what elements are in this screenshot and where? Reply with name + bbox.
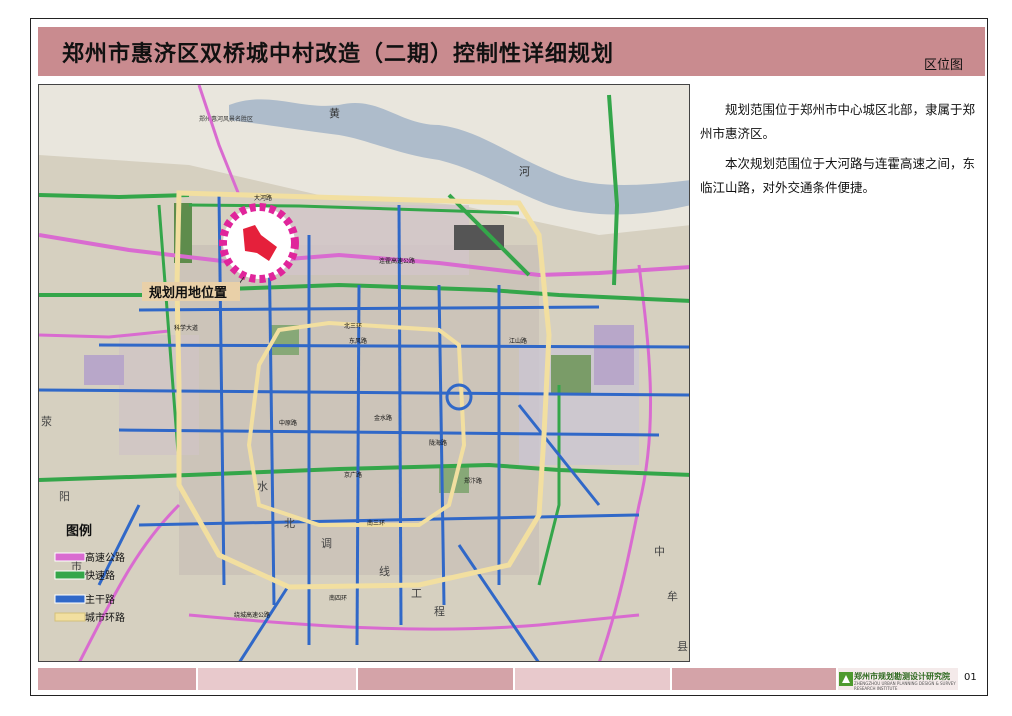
green-patch-2 <box>551 355 591 395</box>
footer-cell-2 <box>198 668 356 690</box>
description-panel: 规划范围位于郑州市中心城区北部，隶属于郑州市惠济区。 本次规划范围位于大河路与连… <box>700 98 976 206</box>
site-marker <box>219 203 299 283</box>
fast-road-north <box>39 193 190 200</box>
svg-text:连霍高速公路: 连霍高速公路 <box>379 257 415 265</box>
urban-west <box>119 335 199 455</box>
svg-text:科学大道: 科学大道 <box>174 324 198 332</box>
svg-text:荥: 荥 <box>41 414 52 428</box>
svg-text:主干路: 主干路 <box>85 593 115 606</box>
svg-text:东风路: 东风路 <box>349 337 367 345</box>
svg-text:大河路: 大河路 <box>254 194 272 202</box>
svg-text:北三环: 北三环 <box>344 322 362 330</box>
svg-text:中: 中 <box>654 545 665 558</box>
footer-org-english: ZHENGZHOU URBAN PLANNING DESIGN & SURVEY… <box>854 681 956 691</box>
river-label-1: 黄 <box>329 106 340 120</box>
title-bar: 郑州市惠济区双桥城中村改造（二期）控制性详细规划 区位图 <box>38 27 985 76</box>
river-label-2: 河 <box>519 165 530 178</box>
svg-text:县: 县 <box>677 640 688 653</box>
svg-text:城市环路: 城市环路 <box>85 611 125 624</box>
svg-text:陇海路: 陇海路 <box>429 439 447 447</box>
dark-block <box>454 225 504 250</box>
footer: 郑州市规划勘测设计研究院 ZHENGZHOU URBAN PLANNING DE… <box>38 668 985 691</box>
map-canvas: 黄 河 郑州惠河风景名胜区 规划用地位置 大河路 连霍高速公路 北三环 南三环 … <box>39 85 689 661</box>
svg-text:阳: 阳 <box>59 490 70 503</box>
page-title: 郑州市惠济区双桥城中村改造（二期）控制性详细规划 <box>62 42 615 67</box>
svg-text:江山路: 江山路 <box>509 337 527 345</box>
description-paragraph-1: 规划范围位于郑州市中心城区北部，隶属于郑州市惠济区。 <box>700 102 976 141</box>
site-label: 规划用地位置 <box>149 285 227 301</box>
svg-text:快速路: 快速路 <box>85 569 115 582</box>
svg-text:中原路: 中原路 <box>279 419 297 427</box>
footer-cell-5 <box>672 668 836 690</box>
page-subtitle: 区位图 <box>923 58 963 73</box>
north-scenic-label: 郑州惠河风景名胜区 <box>199 115 253 123</box>
svg-text:郑汴路: 郑汴路 <box>464 477 482 485</box>
svg-text:线: 线 <box>379 564 390 578</box>
svg-text:绕城高速公路: 绕城高速公路 <box>234 611 270 619</box>
svg-text:北: 北 <box>284 517 295 530</box>
footer-cell-3 <box>358 668 513 690</box>
page-number: 01 <box>964 672 977 683</box>
purple-patch-2 <box>84 355 124 385</box>
footer-org-block: 郑州市规划勘测设计研究院 ZHENGZHOU URBAN PLANNING DE… <box>838 668 958 691</box>
description-paragraph-2: 本次规划范围位于大河路与连霍高速之间，东临江山路，对外交通条件便捷。 <box>700 156 976 195</box>
footer-cell-4 <box>515 668 670 690</box>
svg-text:南四环: 南四环 <box>329 594 347 602</box>
svg-text:京广路: 京广路 <box>344 471 362 479</box>
svg-text:调: 调 <box>321 537 332 550</box>
purple-patch-1 <box>594 325 634 385</box>
svg-text:南三环: 南三环 <box>367 519 385 527</box>
footer-cell-1 <box>38 668 196 690</box>
svg-text:高速公路: 高速公路 <box>85 551 125 564</box>
svg-text:程: 程 <box>434 605 445 618</box>
svg-text:金水路: 金水路 <box>374 414 392 422</box>
org-logo-icon <box>839 672 853 686</box>
svg-text:水: 水 <box>257 480 268 493</box>
legend-title: 图例 <box>66 523 92 539</box>
location-map[interactable]: 黄 河 郑州惠河风景名胜区 规划用地位置 大河路 连霍高速公路 北三环 南三环 … <box>38 84 690 662</box>
svg-text:牟: 牟 <box>667 589 678 603</box>
svg-text:工: 工 <box>411 587 422 600</box>
